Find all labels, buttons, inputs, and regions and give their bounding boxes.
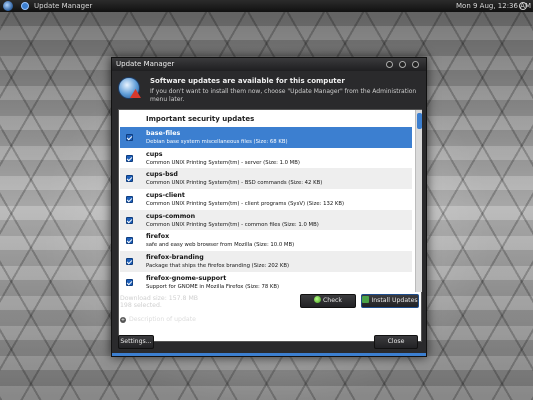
package-description: Common UNIX Printing System(tm) - client… <box>146 201 345 208</box>
list-scrollbar[interactable] <box>415 110 422 292</box>
update-checkbox[interactable] <box>126 154 133 162</box>
package-description: Common UNIX Printing System(tm) - common… <box>146 221 319 228</box>
update-row[interactable]: cups-bsd Common UNIX Printing System(tm) … <box>120 168 412 190</box>
description-label: Description of update <box>129 316 196 323</box>
update-row[interactable]: cups-common Common UNIX Printing System(t… <box>120 209 412 231</box>
update-row[interactable]: base-files Debian base system miscellaneo… <box>120 127 412 148</box>
check-button[interactable]: Check <box>300 294 356 308</box>
package-name: base-files <box>146 130 181 137</box>
update-manager-dialog: Update Manager Software updates are avai… <box>111 57 427 357</box>
update-row[interactable]: firefox safe and easy web browser from Mo… <box>120 230 412 252</box>
package-name: firefox-gnome-support <box>146 274 227 282</box>
update-row[interactable]: cups Common UNIX Printing System(tm) - se… <box>120 147 412 169</box>
package-description: Support for GNOME in Mozilla Firefox (Si… <box>146 283 280 290</box>
package-name: cups-bsd <box>146 171 178 179</box>
update-row[interactable]: firefox-gnome-support Support for GNOME i… <box>120 271 412 292</box>
header-title: Software updates are available for this … <box>150 77 345 85</box>
updates-list-viewport: Important security updates base-files Deb… <box>120 111 412 292</box>
maximize-icon[interactable] <box>399 61 406 68</box>
install-label: Install Updates <box>371 297 418 304</box>
update-checkbox[interactable] <box>126 258 133 266</box>
update-manager-icon <box>118 77 141 99</box>
check-label: Check <box>322 297 343 304</box>
reload-icon <box>313 296 321 303</box>
update-checkbox[interactable] <box>126 237 133 245</box>
update-checkbox[interactable] <box>126 196 133 204</box>
expander-arrow-icon: + <box>120 317 126 323</box>
install-updates-button[interactable]: Install Updates <box>361 294 419 308</box>
warning-badge-icon <box>130 89 141 98</box>
distro-logo-icon[interactable] <box>3 1 13 11</box>
scrollbar-thumb[interactable] <box>417 113 422 129</box>
package-description: Package that ships the firefox branding … <box>146 263 290 270</box>
package-name: cups-common <box>146 212 196 220</box>
dialog-titlebar[interactable]: Update Manager <box>112 58 426 71</box>
settings-button[interactable]: Settings... <box>118 335 154 349</box>
update-checkbox[interactable] <box>126 278 133 286</box>
update-checkbox[interactable] <box>126 134 133 141</box>
package-name: cups <box>146 150 163 158</box>
package-name: firefox <box>146 233 170 241</box>
top-panel: Update Manager Mon 9 Aug, 12:36 AM <box>0 0 533 12</box>
update-checkbox[interactable] <box>126 216 133 224</box>
group-header: Important security updates <box>146 115 255 123</box>
package-description: Debian base system miscellaneous files (… <box>146 139 288 145</box>
header-subtitle: If you don't want to install them now, c… <box>150 88 417 103</box>
update-row[interactable]: cups-client Common UNIX Printing System(t… <box>120 189 412 210</box>
minimize-icon[interactable] <box>386 61 393 68</box>
close-button[interactable]: Close <box>374 335 418 349</box>
dialog-accent-strip <box>112 353 426 356</box>
update-checkbox[interactable] <box>126 175 133 183</box>
update-manager-taskbar-icon[interactable] <box>21 2 29 10</box>
package-name: firefox-branding <box>146 254 204 262</box>
download-size: Download size: 157.8 MB <box>120 295 199 302</box>
power-icon[interactable] <box>519 2 527 10</box>
taskbar-item-update-manager[interactable]: Update Manager <box>34 0 92 12</box>
selected-count: 198 selected. <box>120 302 162 309</box>
update-row[interactable]: firefox-branding Package that ships the f… <box>120 251 412 272</box>
install-checkmark-icon <box>362 296 370 303</box>
package-description: Common UNIX Printing System(tm) - server… <box>146 159 300 166</box>
package-description: Common UNIX Printing System(tm) - BSD co… <box>146 180 323 187</box>
package-description: safe and easy web browser from Mozilla (… <box>146 242 295 249</box>
description-expander[interactable]: + Description of update <box>120 316 196 323</box>
dialog-title: Update Manager <box>116 60 175 68</box>
package-name: cups-client <box>146 192 185 200</box>
close-window-icon[interactable] <box>412 61 419 68</box>
